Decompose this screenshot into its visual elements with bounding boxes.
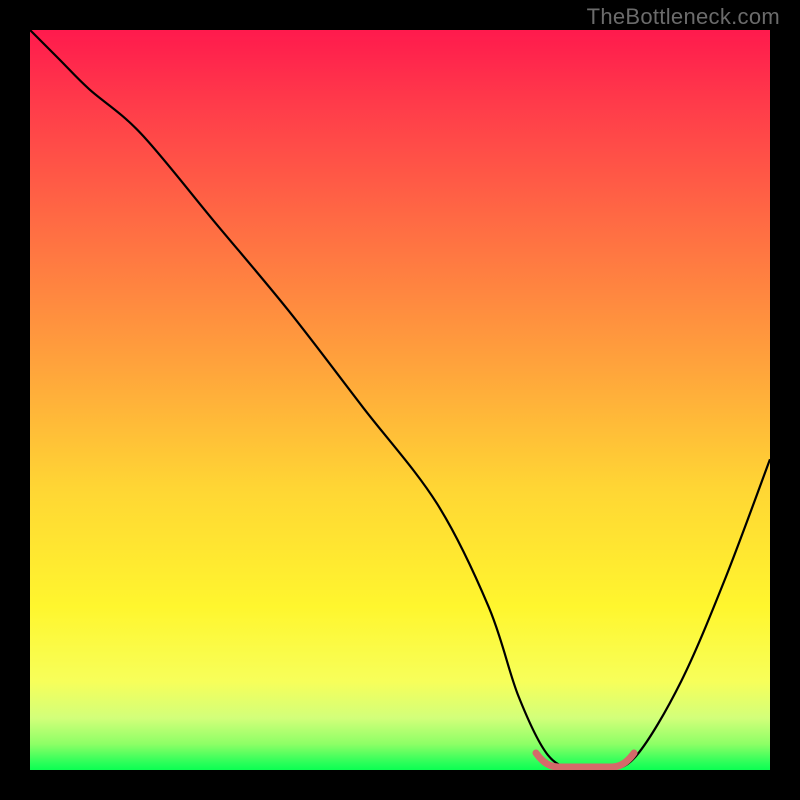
curve-svg [30,30,770,770]
chart-frame: TheBottleneck.com [0,0,800,800]
watermark-text: TheBottleneck.com [587,4,780,30]
plot-area [30,30,770,770]
bottom-highlight [536,753,634,767]
bottleneck-curve [30,30,770,770]
